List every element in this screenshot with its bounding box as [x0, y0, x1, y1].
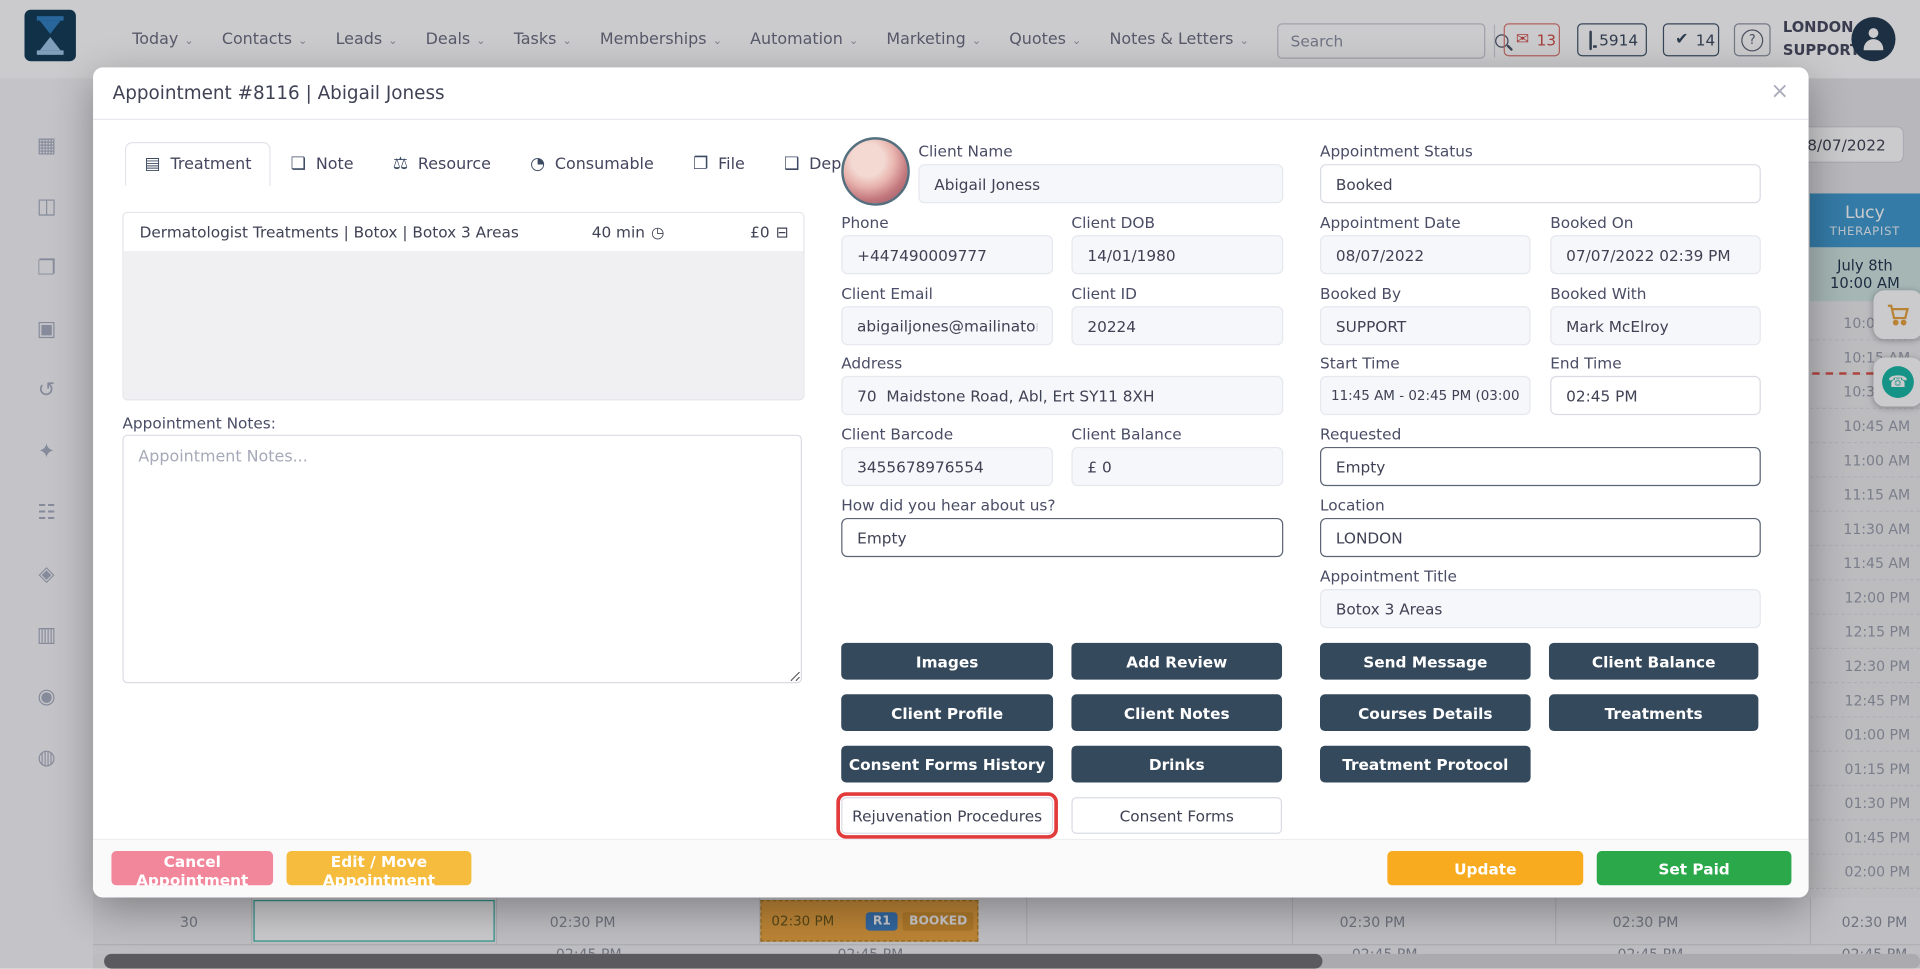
client-avatar[interactable]	[841, 137, 910, 206]
appointment-date-input[interactable]	[1320, 235, 1531, 274]
department-icon: ❑	[784, 154, 799, 174]
client-name-label: Client Name	[918, 142, 1012, 160]
appointment-status-label: Appointment Status	[1320, 142, 1473, 160]
appointment-date-label: Appointment Date	[1320, 213, 1461, 231]
action-button-consent-forms-history[interactable]: Consent Forms History	[841, 746, 1053, 783]
requested-select[interactable]	[1320, 447, 1761, 486]
client-name-input[interactable]	[918, 164, 1283, 203]
update-button[interactable]: Update	[1387, 851, 1583, 885]
treatment-duration: 40 min	[592, 222, 645, 240]
action-button-rejuvenation-procedures[interactable]: Rejuvenation Procedures	[841, 797, 1053, 834]
hear-about-select[interactable]	[841, 518, 1283, 557]
appointment-action-buttons: Send Message Client Balance Courses Deta…	[1320, 643, 1761, 783]
treatment-name: Dermatologist Treatments | Botox | Botox…	[124, 222, 592, 240]
treatment-row[interactable]: Dermatologist Treatments | Botox | Botox…	[124, 213, 804, 250]
phone-label: Phone	[841, 213, 888, 231]
client-balance-label: Client Balance	[1071, 425, 1181, 443]
client-dob-label: Client DOB	[1071, 213, 1155, 231]
hear-about-label: How did you hear about us?	[841, 496, 1055, 514]
tab-consumable[interactable]: ◔ Consumable	[511, 142, 674, 186]
modal-footer: Cancel Appointment Edit / Move Appointme…	[93, 839, 1809, 898]
client-barcode-label: Client Barcode	[841, 425, 953, 443]
modal-header: Appointment #8116 | Abigail Joness ×	[93, 67, 1809, 120]
edit-move-appointment-button[interactable]: Edit / Move Appointment	[287, 851, 472, 885]
price-icon: ⊟	[776, 222, 789, 240]
set-paid-button[interactable]: Set Paid	[1597, 851, 1792, 885]
action-button-consent-forms[interactable]: Consent Forms	[1071, 797, 1282, 834]
treatment-price: £0	[750, 222, 769, 240]
booked-on-input[interactable]	[1550, 235, 1761, 274]
action-button-treatments[interactable]: Treatments	[1549, 694, 1758, 731]
start-time-input[interactable]	[1320, 376, 1531, 415]
phone-input[interactable]	[841, 235, 1053, 274]
booked-by-input[interactable]	[1320, 306, 1531, 345]
note-icon: ❏	[291, 154, 306, 174]
appointment-title-label: Appointment Title	[1320, 567, 1457, 585]
close-icon[interactable]: ×	[1770, 78, 1788, 104]
treatment-panel: Dermatologist Treatments | Botox | Botox…	[122, 212, 804, 401]
action-button-send-message[interactable]: Send Message	[1320, 643, 1531, 680]
client-dob-input[interactable]	[1071, 235, 1283, 274]
location-label: Location	[1320, 496, 1385, 514]
clock-icon: ◷	[651, 222, 664, 240]
action-button-client-notes[interactable]: Client Notes	[1071, 694, 1282, 731]
booked-by-label: Booked By	[1320, 284, 1401, 302]
action-button-courses-details[interactable]: Courses Details	[1320, 694, 1531, 731]
requested-label: Requested	[1320, 425, 1401, 443]
tab-treatment[interactable]: ▤ Treatment	[125, 142, 271, 186]
treatment-icon: ▤	[144, 154, 160, 174]
appointment-status-input[interactable]	[1320, 164, 1761, 203]
resource-icon: ⚖	[393, 154, 408, 174]
treatment-panel-body[interactable]	[124, 251, 804, 399]
end-time-input[interactable]	[1550, 376, 1761, 415]
action-button-treatment-protocol[interactable]: Treatment Protocol	[1320, 746, 1531, 783]
tab-note[interactable]: ❏ Note	[271, 142, 373, 186]
consumable-icon: ◔	[530, 154, 545, 174]
start-time-label: Start Time	[1320, 354, 1400, 372]
booked-on-label: Booked On	[1550, 213, 1633, 231]
tab-file[interactable]: ❐ File	[673, 142, 764, 186]
client-barcode-input[interactable]	[841, 447, 1053, 486]
client-email-label: Client Email	[841, 284, 933, 302]
booked-with-label: Booked With	[1550, 284, 1646, 302]
location-select[interactable]	[1320, 518, 1761, 557]
tab-resource[interactable]: ⚖ Resource	[373, 142, 510, 186]
end-time-label: End Time	[1550, 354, 1621, 372]
action-button-client-balance[interactable]: Client Balance	[1549, 643, 1758, 680]
client-id-input[interactable]	[1071, 306, 1283, 345]
address-input[interactable]	[841, 376, 1283, 415]
action-button-client-profile[interactable]: Client Profile	[841, 694, 1053, 731]
action-button-add-review[interactable]: Add Review	[1071, 643, 1282, 680]
appointment-title-input[interactable]	[1320, 589, 1761, 628]
address-label: Address	[841, 354, 902, 372]
screen: Today ⌄ Contacts ⌄ Leads ⌄ Deals ⌄ Tasks…	[0, 0, 1920, 969]
file-icon: ❐	[693, 154, 708, 174]
client-balance-input[interactable]	[1071, 447, 1283, 486]
appointment-modal: Appointment #8116 | Abigail Joness × ▤ T…	[93, 67, 1809, 897]
client-email-input[interactable]	[841, 306, 1053, 345]
client-id-label: Client ID	[1071, 284, 1136, 302]
appointment-notes-label: Appointment Notes:	[122, 414, 275, 432]
booked-with-input[interactable]	[1550, 306, 1761, 345]
client-action-buttons: Images Add Review Client Profile Client …	[841, 643, 1283, 834]
action-button-images[interactable]: Images	[841, 643, 1053, 680]
cancel-appointment-button[interactable]: Cancel Appointment	[111, 851, 273, 885]
appointment-notes-textarea[interactable]	[122, 435, 802, 684]
action-button-drinks[interactable]: Drinks	[1071, 746, 1282, 783]
modal-title: Appointment #8116 | Abigail Joness	[113, 82, 445, 104]
modal-tabs: ▤ Treatment ❏ Note ⚖ Resource ◔ Consumab…	[125, 142, 925, 186]
